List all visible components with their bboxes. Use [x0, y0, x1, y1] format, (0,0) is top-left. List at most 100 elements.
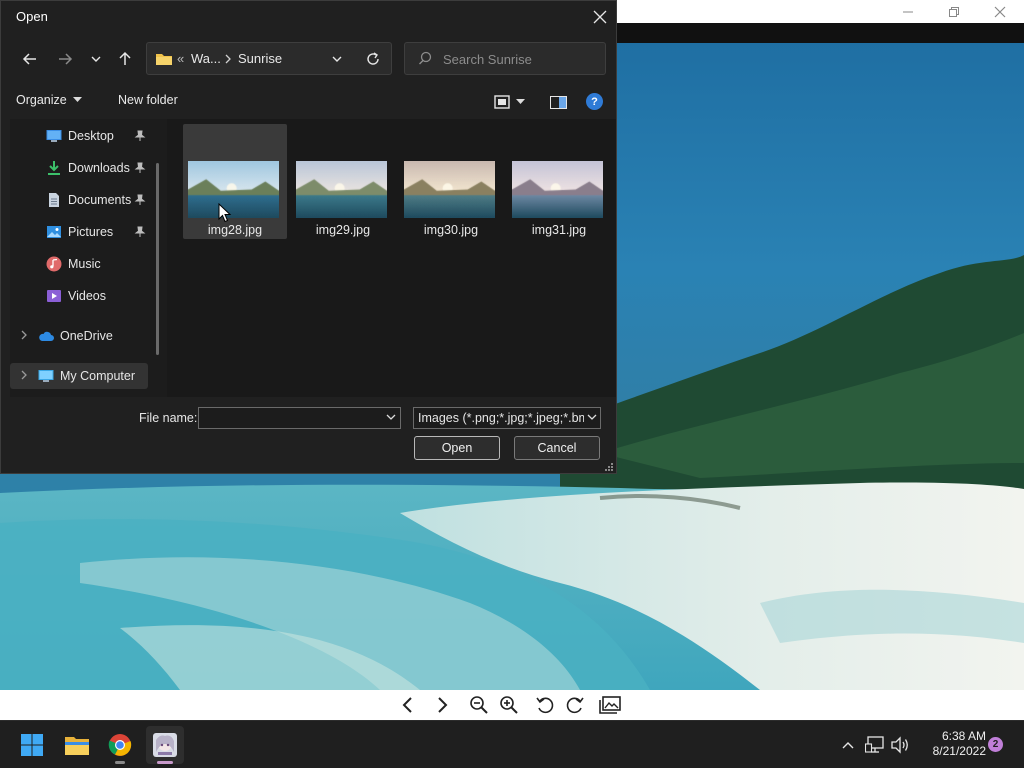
nav-label: Videos: [68, 289, 106, 303]
file-explorer-icon: [65, 737, 89, 755]
nav-item-pictures[interactable]: Pictures: [10, 219, 156, 245]
file-item-img30[interactable]: img30.jpg: [399, 124, 503, 239]
folder-icon: [156, 54, 172, 65]
mouse-cursor-icon: [218, 203, 232, 223]
desktop-icon: [46, 130, 62, 142]
nav-label: Desktop: [68, 129, 114, 143]
breadcrumb-wallpapers[interactable]: Wa...: [191, 51, 221, 66]
network-icon: [865, 736, 884, 753]
arrow-left-icon: [22, 53, 36, 65]
taskbar: 6:38 AM 8/21/2022 2: [0, 720, 1024, 768]
organize-menu-button[interactable]: Organize: [16, 93, 82, 107]
search-icon: [419, 51, 432, 65]
image-thumbnail: [188, 161, 279, 218]
zoom-out-button[interactable]: [466, 693, 492, 717]
rotate-left-icon: [536, 697, 554, 714]
zoom-in-button[interactable]: [496, 693, 522, 717]
taskbar-clock[interactable]: 6:38 AM 8/21/2022: [914, 729, 986, 759]
file-item-img31[interactable]: img31.jpg: [507, 124, 611, 239]
help-button[interactable]: ?: [586, 93, 603, 110]
file-item-img29[interactable]: img29.jpg: [291, 124, 395, 239]
start-button[interactable]: [13, 726, 51, 764]
taskbar-image-viewer[interactable]: [146, 726, 184, 764]
nav-label: My Computer: [60, 369, 136, 383]
next-image-button[interactable]: [429, 693, 455, 717]
document-icon: [49, 193, 59, 207]
volume-button[interactable]: [890, 735, 910, 755]
nav-item-music[interactable]: Music: [10, 251, 156, 277]
nav-item-desktop[interactable]: Desktop: [10, 123, 156, 149]
search-input[interactable]: [443, 49, 601, 69]
previous-icon: [402, 697, 412, 713]
arrow-up-icon: [119, 51, 131, 65]
clock-date: 8/21/2022: [932, 744, 986, 758]
download-icon: [48, 161, 60, 175]
nav-item-videos[interactable]: Videos: [10, 283, 156, 309]
chevron-down-icon: [332, 56, 342, 62]
previous-image-button[interactable]: [395, 693, 421, 717]
chevron-right-icon[interactable]: [20, 330, 28, 340]
show-hidden-icons-button[interactable]: [838, 735, 858, 755]
taskbar-file-explorer[interactable]: [58, 726, 96, 764]
rotate-right-icon: [566, 697, 584, 714]
gallery-icon: [599, 696, 621, 714]
image-thumbnail: [404, 161, 495, 218]
pin-icon: [134, 130, 146, 141]
close-icon: [593, 10, 607, 24]
dialog-titlebar: Open: [1, 1, 616, 32]
zoom-in-icon: [500, 696, 518, 714]
refresh-icon: [367, 52, 379, 65]
rotate-left-button[interactable]: [532, 693, 558, 717]
view-icon: [494, 95, 510, 109]
pictures-icon: [47, 226, 61, 238]
dialog-close-button[interactable]: [585, 4, 615, 30]
file-name-combobox[interactable]: [198, 407, 401, 429]
refresh-button[interactable]: [362, 49, 384, 69]
nav-item-my-computer[interactable]: My Computer: [10, 363, 148, 389]
chevron-right-icon[interactable]: [20, 370, 28, 380]
file-name-input[interactable]: [203, 410, 383, 426]
chevron-down-icon: [587, 414, 597, 420]
gallery-button[interactable]: [597, 693, 623, 717]
open-file-dialog: Open « Wa... Sunrise Organize: [0, 0, 617, 474]
search-box[interactable]: [404, 42, 606, 75]
file-name: img31.jpg: [531, 223, 587, 237]
taskbar-chrome[interactable]: [101, 726, 139, 764]
forward-button[interactable]: [53, 46, 77, 72]
rotate-right-button[interactable]: [562, 693, 588, 717]
chevron-up-icon: [842, 742, 854, 749]
file-name-label: File name:: [139, 411, 198, 425]
breadcrumb-sunrise[interactable]: Sunrise: [238, 51, 282, 66]
chevron-down-icon[interactable]: [386, 414, 396, 421]
notification-badge[interactable]: 2: [988, 737, 1003, 752]
resize-grip-icon[interactable]: [605, 463, 614, 472]
nav-item-documents[interactable]: Documents: [10, 187, 156, 213]
address-dropdown-button[interactable]: [327, 50, 347, 68]
up-button[interactable]: [113, 46, 137, 72]
network-button[interactable]: [865, 735, 885, 755]
minimize-button[interactable]: [885, 0, 931, 23]
preview-pane-button[interactable]: [547, 92, 569, 112]
nav-item-onedrive[interactable]: OneDrive: [10, 323, 156, 349]
change-view-button[interactable]: [494, 92, 532, 112]
recent-locations-button[interactable]: [84, 46, 108, 72]
minimize-icon: [903, 11, 913, 12]
new-folder-button[interactable]: New folder: [118, 93, 178, 107]
nav-item-downloads[interactable]: Downloads: [10, 155, 156, 181]
file-type-filter-select[interactable]: Images (*.png;*.jpg;*.jpeg;*.bm: [413, 407, 601, 429]
image-thumbnail: [512, 161, 603, 218]
chevron-down-icon: [91, 56, 101, 62]
open-button[interactable]: Open: [414, 436, 500, 460]
maximize-button[interactable]: [931, 0, 977, 23]
breadcrumb-separator-icon: [225, 54, 231, 64]
nav-scrollbar[interactable]: [156, 163, 159, 355]
address-bar[interactable]: « Wa... Sunrise: [146, 42, 392, 75]
address-overflow-chevron[interactable]: «: [177, 51, 184, 66]
back-button[interactable]: [18, 46, 42, 72]
file-item-img28[interactable]: img28.jpg: [183, 124, 287, 239]
close-button[interactable]: [977, 0, 1023, 23]
running-indicator: [115, 761, 125, 764]
file-type-filter-value: Images (*.png;*.jpg;*.jpeg;*.bm: [418, 411, 584, 425]
restore-icon: [949, 6, 959, 17]
cancel-button[interactable]: Cancel: [514, 436, 600, 460]
